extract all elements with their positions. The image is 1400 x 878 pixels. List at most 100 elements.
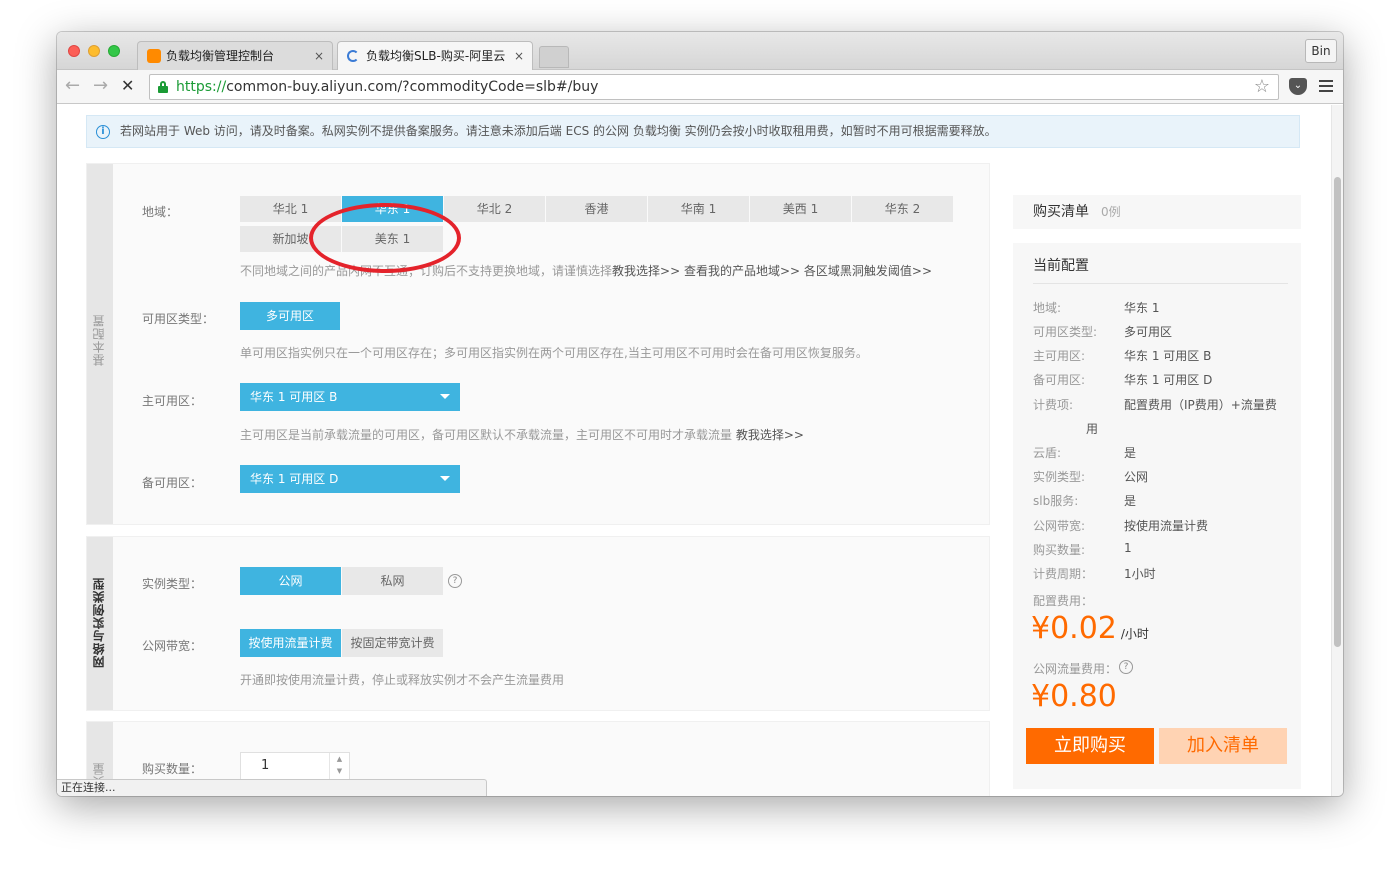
quantity-input[interactable]: 1 ▲ ▼ bbox=[240, 752, 350, 780]
add-to-cart-button[interactable]: 加入清单 bbox=[1159, 728, 1287, 764]
quantity-label: 购买数量： bbox=[142, 762, 203, 776]
tab-title: 负载均衡SLB-购买-阿里云 bbox=[366, 49, 506, 63]
region-option[interactable]: 华南 1 bbox=[648, 196, 750, 222]
region-option[interactable]: 美东 1 bbox=[342, 226, 444, 252]
notice-text: 若网站用于 Web 访问，请及时备案。私网实例不提供备案服务。请注意未添加后端 … bbox=[120, 124, 997, 138]
region-option[interactable]: 香港 bbox=[546, 196, 648, 222]
page-scrollbar[interactable] bbox=[1331, 105, 1343, 796]
config-row-value: 华东 1 可用区 D bbox=[1124, 373, 1213, 387]
config-row-value: 是 bbox=[1124, 446, 1137, 460]
instance-type-private[interactable]: 私网 bbox=[342, 567, 444, 595]
config-row-value: 华东 1 可用区 B bbox=[1124, 349, 1212, 363]
buy-now-button[interactable]: 立即购买 bbox=[1026, 728, 1154, 764]
profile-button[interactable]: Bin bbox=[1305, 39, 1337, 63]
region-hint-text: 不同地域之间的产品内网不互通；订购后不支持更换地域，请谨慎选择 bbox=[240, 264, 613, 278]
title-bar: 负载均衡管理控制台 × 负载均衡SLB-购买-阿里云 × Bin bbox=[57, 32, 1343, 71]
instance-type-public[interactable]: 公网 bbox=[240, 567, 342, 595]
scrollbar-thumb[interactable] bbox=[1334, 177, 1341, 647]
new-tab-button[interactable] bbox=[539, 46, 569, 68]
bookmark-star-icon[interactable]: ☆ bbox=[1254, 76, 1270, 97]
primary-zone-hint: 主可用区是当前承载流量的可用区，备可用区默认不承载流量，主可用区不可用时才承载流… bbox=[240, 426, 804, 443]
close-window-button[interactable] bbox=[68, 45, 80, 57]
section-bar: 基本配置 bbox=[87, 164, 113, 524]
primary-zone-value: 华东 1 可用区 B bbox=[250, 390, 338, 404]
bandwidth-by-traffic[interactable]: 按使用流量计费 bbox=[240, 629, 342, 657]
instance-type-label: 实例类型： bbox=[142, 577, 203, 591]
hamburger-menu-icon[interactable] bbox=[1319, 80, 1333, 92]
config-row-value: 1 bbox=[1124, 541, 1132, 555]
forward-arrow-icon[interactable]: → bbox=[93, 76, 108, 96]
basic-config-section: 基本配置 地域： 华北 1 华东 1 华北 2 香港 华南 1 美西 1 华东 … bbox=[86, 163, 990, 525]
region-option[interactable]: 新加坡 bbox=[240, 226, 342, 252]
browser-window: 负载均衡管理控制台 × 负载均衡SLB-购买-阿里云 × Bin ← → ✕ h… bbox=[57, 32, 1343, 796]
region-option[interactable]: 华北 2 bbox=[444, 196, 546, 222]
backup-zone-label: 备可用区： bbox=[142, 476, 203, 490]
chevron-down-icon bbox=[440, 394, 450, 399]
browser-toolbar: ← → ✕ https://common-buy.aliyun.com/?com… bbox=[57, 70, 1343, 104]
info-icon: i bbox=[96, 125, 110, 139]
help-choose-link[interactable]: 教我选择>> bbox=[612, 264, 680, 278]
traffic-fee-amount: ¥0.80 bbox=[1031, 679, 1117, 714]
bandwidth-hint: 开通即按使用流量计费，停止或释放实例才不会产生流量费用 bbox=[240, 673, 565, 687]
config-row-value: 公网 bbox=[1124, 470, 1149, 484]
traffic-fee-price: ¥0.80 bbox=[1031, 679, 1117, 714]
config-row-label: 可用区类型: bbox=[1033, 325, 1098, 339]
backup-zone-select[interactable]: 华东 1 可用区 D bbox=[240, 465, 460, 493]
my-regions-link[interactable]: 查看我的产品地域>> bbox=[684, 264, 800, 278]
region-option-selected[interactable]: 华东 1 bbox=[342, 196, 444, 222]
tab-title: 负载均衡管理控制台 bbox=[166, 49, 275, 63]
region-option[interactable]: 华东 2 bbox=[852, 196, 954, 222]
region-option[interactable]: 美西 1 bbox=[750, 196, 852, 222]
tab-slb-buy[interactable]: 负载均衡SLB-购买-阿里云 × bbox=[337, 41, 533, 71]
region-hint: 不同地域之间的产品内网不互通；订购后不支持更换地域，请谨慎选择教我选择>> 查看… bbox=[240, 262, 932, 279]
aliyun-favicon-icon bbox=[147, 49, 161, 63]
config-row-label: 备可用区: bbox=[1033, 373, 1086, 387]
quantity-stepper[interactable]: ▲ ▼ bbox=[329, 753, 349, 779]
help-question-icon[interactable]: ? bbox=[1119, 660, 1133, 674]
blackhole-threshold-link[interactable]: 各区域黑洞触发阈值>> bbox=[804, 264, 932, 278]
config-fee-label: 配置费用： bbox=[1033, 594, 1094, 608]
pocket-icon[interactable]: ⌄ bbox=[1289, 78, 1307, 95]
help-choose-link[interactable]: 教我选择>> bbox=[736, 428, 804, 442]
zoom-window-button[interactable] bbox=[108, 45, 120, 57]
config-row-label: 地域: bbox=[1033, 301, 1062, 315]
section-title: 网络与实例类型 bbox=[92, 577, 106, 668]
current-config-panel: 当前配置 地域: 华东 1 可用区类型: 多可用区 主可用区: 华东 1 可用区… bbox=[1013, 243, 1301, 789]
cart-count: 0例 bbox=[1101, 205, 1121, 219]
primary-zone-select[interactable]: 华东 1 可用区 B bbox=[240, 383, 460, 411]
stop-loading-icon[interactable]: ✕ bbox=[121, 76, 134, 96]
chevron-down-icon bbox=[440, 476, 450, 481]
config-row-value: 1小时 bbox=[1124, 567, 1156, 581]
loading-spinner-icon bbox=[347, 50, 359, 62]
help-question-icon[interactable]: ? bbox=[448, 574, 462, 588]
config-row-label: 云盾: bbox=[1033, 446, 1062, 460]
minimize-window-button[interactable] bbox=[88, 45, 100, 57]
back-arrow-icon[interactable]: ← bbox=[65, 76, 80, 96]
primary-zone-label: 主可用区： bbox=[142, 394, 203, 408]
config-row-value: 按使用流量计费 bbox=[1124, 519, 1209, 533]
network-section: 网络与实例类型 实例类型： 公网 私网 ? 公网带宽： 按使用流量计费 按固定带… bbox=[86, 536, 990, 711]
bandwidth-label: 公网带宽： bbox=[142, 639, 203, 653]
bandwidth-fixed[interactable]: 按固定带宽计费 bbox=[342, 629, 444, 657]
quantity-value: 1 bbox=[261, 758, 270, 773]
zone-type-option-selected[interactable]: 多可用区 bbox=[240, 302, 341, 330]
tab-slb-console[interactable]: 负载均衡管理控制台 × bbox=[137, 41, 333, 71]
config-fee-amount: ¥0.02 bbox=[1031, 611, 1117, 646]
cart-header[interactable]: 购买清单 0例 bbox=[1013, 195, 1301, 229]
config-fee-price: ¥0.02/小时 bbox=[1031, 611, 1149, 646]
zone-type-hint: 单可用区指实例只在一个可用区存在；多可用区指实例在两个可用区存在,当主可用区不可… bbox=[240, 346, 868, 360]
panel-title: 当前配置 bbox=[1033, 258, 1089, 274]
status-bar: 正在连接... bbox=[57, 779, 487, 796]
notice-banner: i 若网站用于 Web 访问，请及时备案。私网实例不提供备案服务。请注意未添加后… bbox=[86, 115, 1300, 148]
tab-close-icon[interactable]: × bbox=[514, 42, 524, 70]
config-row-label: 购买数量: bbox=[1033, 543, 1086, 557]
tab-close-icon[interactable]: × bbox=[314, 42, 324, 70]
section-title: 基本配置 bbox=[92, 314, 106, 366]
region-option[interactable]: 华北 1 bbox=[240, 196, 342, 222]
config-row-label: 主可用区: bbox=[1033, 349, 1086, 363]
address-bar[interactable]: https://common-buy.aliyun.com/?commodity… bbox=[149, 74, 1279, 100]
config-row-value: 是 bbox=[1124, 494, 1137, 508]
config-row-label: 计费项: bbox=[1033, 398, 1074, 412]
traffic-fee-label: 公网流量费用： bbox=[1033, 662, 1118, 676]
config-row-label: 计费周期： bbox=[1033, 567, 1094, 581]
